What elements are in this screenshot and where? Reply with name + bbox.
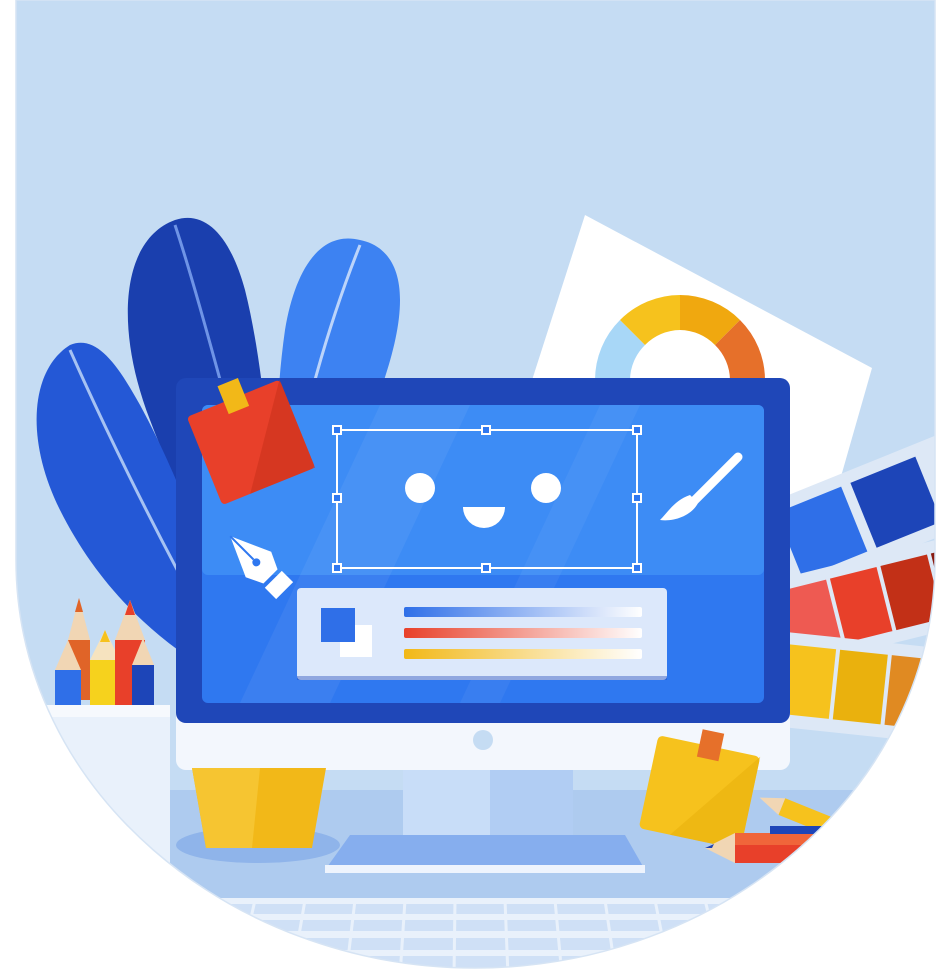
swatch-yellow-2 [832, 649, 888, 725]
gradient-bar-blue [404, 607, 642, 617]
swatch-yellow-3 [884, 655, 935, 730]
monitor-base [325, 835, 645, 870]
gradient-bar-yellow [404, 649, 642, 659]
gradient-panel [297, 588, 667, 680]
swatch-blue [321, 608, 355, 642]
yellow-pot [176, 768, 340, 863]
power-button [473, 730, 493, 750]
cup-body [30, 705, 170, 905]
illustration-scene [0, 0, 949, 976]
gradient-bar-red [404, 628, 642, 638]
design-workspace-illustration [15, 0, 936, 969]
keyboard [155, 898, 830, 968]
